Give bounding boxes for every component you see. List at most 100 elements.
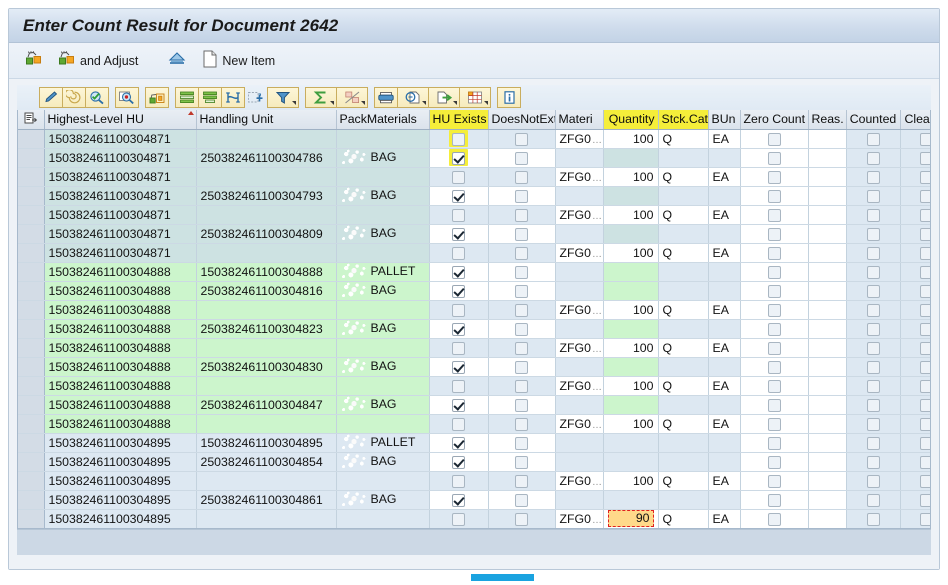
checkbox-hu_exists[interactable] xyxy=(452,132,465,146)
checkbox-zero_count[interactable] xyxy=(767,151,781,165)
table-row[interactable]: 150382461100304888 ZFG0… 100 Q EA xyxy=(18,414,930,434)
cell-highest_hu[interactable]: 150382461100304895 xyxy=(44,433,197,453)
checkbox-does_not[interactable] xyxy=(515,436,528,450)
table-row[interactable]: 150382461100304871 ZFG0… 100 Q EA xyxy=(18,205,930,225)
check-magnifier-icon[interactable] xyxy=(85,87,109,108)
cell-counted[interactable] xyxy=(846,452,901,472)
cell-packmat[interactable]: BAG xyxy=(336,395,430,415)
checkbox-cleared[interactable] xyxy=(919,265,930,279)
cell-packmat[interactable] xyxy=(336,338,430,358)
cell-zero_count[interactable] xyxy=(740,490,809,510)
cell-stck_cat[interactable] xyxy=(658,433,709,453)
cell-materi[interactable] xyxy=(555,148,604,168)
cell-zero_count[interactable] xyxy=(740,129,809,149)
checkbox-counted[interactable] xyxy=(866,303,880,317)
cell-stck_cat[interactable]: Q xyxy=(658,376,709,396)
cell-reas[interactable] xyxy=(808,205,847,225)
checkbox-zero_count[interactable] xyxy=(767,341,781,355)
cell-handling[interactable] xyxy=(196,338,337,358)
cell-counted[interactable] xyxy=(846,509,901,528)
cell-does_not[interactable] xyxy=(488,509,556,528)
cell-packmat[interactable]: BAG xyxy=(336,357,430,377)
cell-hu_exists[interactable] xyxy=(429,281,489,301)
cell-zero_count[interactable] xyxy=(740,243,809,263)
cell-bun[interactable]: EA xyxy=(708,243,741,263)
checkbox-hu_exists[interactable] xyxy=(452,246,465,260)
checkbox-zero_count[interactable] xyxy=(767,227,781,241)
cell-materi[interactable] xyxy=(555,395,604,415)
export-icon[interactable] xyxy=(428,87,460,108)
checkbox-counted[interactable] xyxy=(866,170,880,184)
cell-hu_exists[interactable] xyxy=(429,338,489,358)
cell-zero_count[interactable] xyxy=(740,376,809,396)
checkbox-cleared[interactable] xyxy=(919,474,930,488)
cell-quantity[interactable] xyxy=(603,319,659,339)
cell-highest_hu[interactable]: 150382461100304888 xyxy=(44,395,197,415)
cell-does_not[interactable] xyxy=(488,129,556,149)
cell-handling[interactable]: 250382461100304816 xyxy=(196,281,337,301)
cell-bun[interactable]: EA xyxy=(708,167,741,187)
table-row[interactable]: 150382461100304871 250382461100304809 BAG xyxy=(18,224,930,244)
cell-highest_hu[interactable]: 150382461100304871 xyxy=(44,167,197,187)
cell-zero_count[interactable] xyxy=(740,262,809,282)
cell-stck_cat[interactable]: Q xyxy=(658,509,709,528)
checkbox-hu_exists[interactable] xyxy=(452,360,465,374)
cell-handling[interactable]: 250382461100304793 xyxy=(196,186,337,206)
cell-zero_count[interactable] xyxy=(740,357,809,377)
cell-bun[interactable] xyxy=(708,433,741,453)
column-header-handling[interactable]: Handling Unit xyxy=(196,110,337,130)
cell-stck_cat[interactable]: Q xyxy=(658,471,709,491)
cell-highest_hu[interactable]: 150382461100304871 xyxy=(44,224,197,244)
cell-stck_cat[interactable] xyxy=(658,452,709,472)
cell-cleared[interactable] xyxy=(900,129,930,149)
checkbox-hu_exists[interactable] xyxy=(452,417,465,431)
column-header-materi[interactable]: Materi xyxy=(555,110,604,130)
cell-cleared[interactable] xyxy=(900,262,930,282)
cell-counted[interactable] xyxy=(846,357,901,377)
cell-hu_exists[interactable] xyxy=(429,319,489,339)
checkbox-cleared[interactable] xyxy=(919,398,930,412)
cell-stck_cat[interactable] xyxy=(658,281,709,301)
cell-materi[interactable]: ZFG0… xyxy=(555,414,604,434)
cell-bun[interactable] xyxy=(708,224,741,244)
cell-does_not[interactable] xyxy=(488,471,556,491)
cell-does_not[interactable] xyxy=(488,167,556,187)
row-selector[interactable] xyxy=(18,262,45,282)
checkbox-does_not[interactable] xyxy=(515,170,528,184)
checkbox-cleared[interactable] xyxy=(919,170,930,184)
column-header-stck_cat[interactable]: Stck.Cat. xyxy=(658,110,709,130)
cell-highest_hu[interactable]: 150382461100304895 xyxy=(44,452,197,472)
table-row[interactable]: 150382461100304888 ZFG0… 100 Q EA xyxy=(18,376,930,396)
cell-materi[interactable]: ZFG0… xyxy=(555,129,604,149)
cell-quantity[interactable]: 100 xyxy=(603,167,659,187)
checkbox-zero_count[interactable] xyxy=(767,360,781,374)
column-header-zero_count[interactable]: Zero Count xyxy=(740,110,809,130)
cell-stck_cat[interactable] xyxy=(658,319,709,339)
table-row[interactable]: 150382461100304888 150382461100304888 PALL… xyxy=(18,262,930,282)
cell-reas[interactable] xyxy=(808,414,847,434)
checkbox-hu_exists[interactable] xyxy=(452,398,465,412)
cell-bun[interactable] xyxy=(708,148,741,168)
checkbox-hu_exists[interactable] xyxy=(452,474,465,488)
cell-highest_hu[interactable]: 150382461100304888 xyxy=(44,262,197,282)
checkbox-hu_exists[interactable] xyxy=(452,341,465,355)
cell-highest_hu[interactable]: 150382461100304871 xyxy=(44,129,197,149)
cell-cleared[interactable] xyxy=(900,433,930,453)
cell-does_not[interactable] xyxy=(488,395,556,415)
cell-counted[interactable] xyxy=(846,129,901,149)
column-header-cleared[interactable]: Cleared xyxy=(900,110,930,130)
checkbox-does_not[interactable] xyxy=(515,455,528,469)
cell-packmat[interactable]: BAG xyxy=(336,319,430,339)
checkbox-counted[interactable] xyxy=(866,360,880,374)
print-icon[interactable] xyxy=(374,87,398,108)
cell-materi[interactable] xyxy=(555,319,604,339)
checkbox-cleared[interactable] xyxy=(919,360,930,374)
cell-stck_cat[interactable]: Q xyxy=(658,243,709,263)
cell-cleared[interactable] xyxy=(900,319,930,339)
cell-zero_count[interactable] xyxy=(740,319,809,339)
cell-reas[interactable] xyxy=(808,338,847,358)
cell-zero_count[interactable] xyxy=(740,186,809,206)
cell-zero_count[interactable] xyxy=(740,224,809,244)
column-header-quantity[interactable]: Quantity xyxy=(603,110,659,130)
checkbox-does_not[interactable] xyxy=(515,265,528,279)
